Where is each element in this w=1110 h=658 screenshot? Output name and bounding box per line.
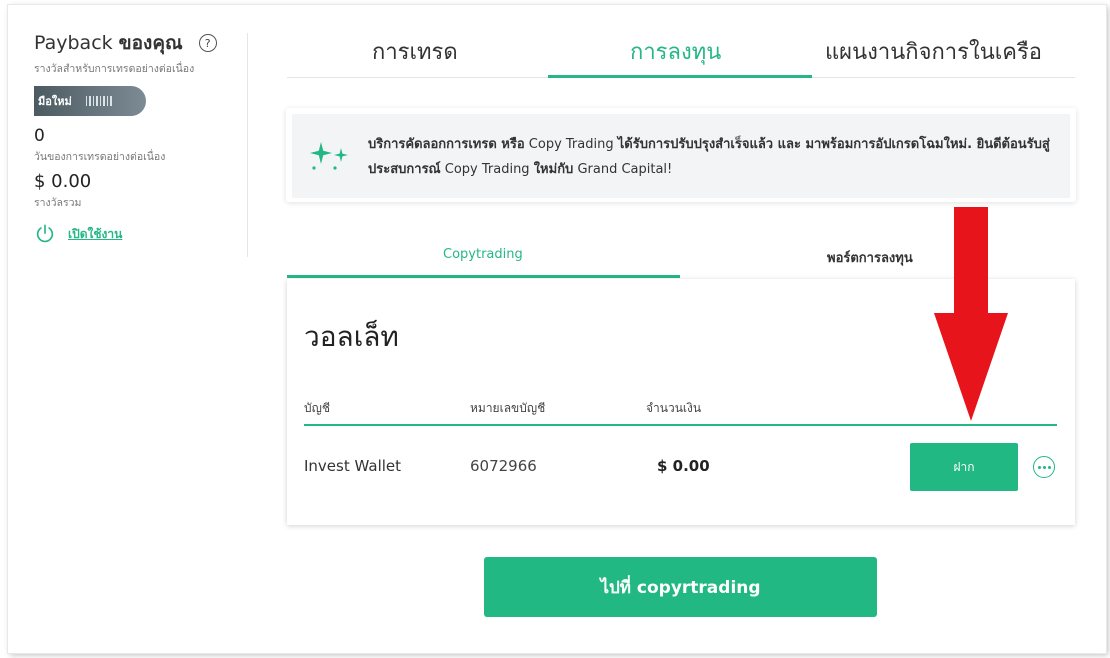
active-subtab-indicator	[287, 275, 680, 278]
wallet-account-number: 6072966	[470, 457, 537, 475]
tab-trading[interactable]: การเทรด	[372, 34, 458, 69]
activate-row[interactable]: เปิดใช้งาน	[34, 223, 244, 245]
panel-divider	[247, 33, 248, 257]
column-header-account-number: หมายเลขบัญชี	[470, 401, 546, 415]
level-progress-icon	[85, 96, 112, 106]
payback-panel: Payback ของคุณ ? รางวัลสำหรับการเทรดอย่า…	[34, 28, 244, 245]
sparkle-icon	[310, 142, 348, 170]
total-reward-label: รางวัลรวม	[34, 197, 82, 209]
red-arrow-icon	[934, 207, 1008, 421]
tab-affiliate[interactable]: แผนงานกิจการในเครือ	[825, 34, 1042, 69]
copy-trading-notice: บริการคัดลอกการเทรด หรือ Copy Trading ได…	[286, 108, 1076, 202]
payback-subtitle: รางวัลสำหรับการเทรดอย่างต่อเนื่อง	[34, 63, 195, 75]
tab-investment-portfolio[interactable]: พอร์ตการลงทุน	[827, 247, 913, 268]
deposit-button[interactable]: ฝาก	[910, 443, 1018, 491]
total-reward-value: $ 0.00	[34, 171, 92, 192]
wallet-title: วอลเล็ท	[304, 320, 399, 353]
wallet-account-name: Invest Wallet	[304, 457, 402, 475]
tab-copytrading[interactable]: Copytrading	[443, 247, 523, 262]
payback-title: Payback ของคุณ ?	[34, 28, 244, 58]
days-value: 0	[34, 126, 45, 146]
table-header-divider	[304, 424, 1057, 426]
wallet-amount: $ 0.00	[657, 457, 710, 475]
active-tab-indicator	[548, 75, 812, 78]
go-to-copytrading-button[interactable]: ไปที่ copyrtrading	[484, 557, 877, 617]
activate-link[interactable]: เปิดใช้งาน	[68, 225, 122, 244]
help-icon[interactable]: ?	[198, 34, 217, 52]
level-label: มือใหม่	[38, 95, 72, 108]
level-badge: มือใหม่	[34, 86, 146, 116]
notice-text: บริการคัดลอกการเทรด หรือ Copy Trading ได…	[368, 137, 1050, 177]
tab-investment[interactable]: การลงทุน	[630, 34, 721, 69]
power-icon[interactable]	[34, 223, 56, 245]
main-tabs: การเทรด การลงทุน แผนงานกิจการในเครือ	[287, 24, 1075, 78]
more-options-icon[interactable]	[1033, 456, 1055, 478]
days-label: วันของการเทรดอย่างต่อเนื่อง	[34, 151, 166, 163]
column-header-account: บัญชี	[304, 401, 330, 415]
column-header-amount: จำนวนเงิน	[646, 401, 702, 415]
